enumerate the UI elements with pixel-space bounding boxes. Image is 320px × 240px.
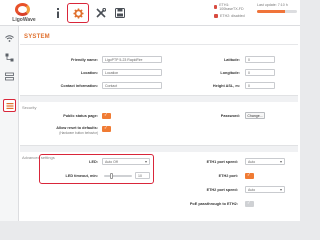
friendly-name-input[interactable]: LigoPTP 5-23 RapidFire xyxy=(102,56,162,63)
contact-label: Contact information: xyxy=(60,84,98,88)
password-label: Password: xyxy=(220,114,240,118)
eth1-status: ETH1: 100baseTX-FD xyxy=(214,2,248,11)
system-icon xyxy=(6,102,13,109)
eth2-status-text: ETH2: disabled xyxy=(220,13,245,18)
location-label: Location: xyxy=(80,71,98,75)
update-status: Last update: 7:10 h xyxy=(257,3,297,13)
eth2-port-toggle[interactable] xyxy=(245,172,254,179)
public-status-label: Public status page: xyxy=(63,114,98,118)
brand-logo[interactable]: LigoWave xyxy=(4,2,44,24)
eth2-status: ETH2: disabled xyxy=(214,11,248,20)
friendly-name-label: Friendly name: xyxy=(70,58,98,62)
poe-passthrough-label: PoE passthrough to ETH2: xyxy=(189,202,238,206)
tab-tools[interactable] xyxy=(92,2,110,24)
brand-name: LigoWave xyxy=(12,17,36,23)
poe-passthrough-toggle[interactable] xyxy=(245,200,254,207)
longitude-label: Longitude: xyxy=(220,71,240,75)
security-section-header: Security xyxy=(20,95,298,110)
public-status-toggle[interactable] xyxy=(102,112,111,119)
eth1-status-text: ETH1: 100baseTX-FD xyxy=(219,2,244,11)
tab-storage[interactable] xyxy=(111,2,129,24)
allow-reset-sublabel: (Hardware button behavior) xyxy=(59,131,98,135)
location-input[interactable]: Location xyxy=(102,69,162,76)
latitude-input[interactable]: 0 xyxy=(245,56,275,63)
advanced-section-header: Advanced settings xyxy=(20,145,298,160)
eth2-port-label: ETH2 port: xyxy=(218,174,238,178)
highlight-settings-tab xyxy=(67,3,89,23)
services-icon xyxy=(5,72,14,81)
update-progress-bar xyxy=(257,10,297,13)
sidebar-item-services[interactable] xyxy=(3,70,16,83)
eth2-speed-select[interactable]: Auto xyxy=(245,186,285,193)
change-password-button[interactable]: Change... xyxy=(245,112,265,119)
app-window: LigoWave ETH1: 100baseTX-FD ETH2: disabl… xyxy=(0,0,300,221)
sidebar-item-network[interactable] xyxy=(3,51,16,64)
sidebar-item-wireless[interactable] xyxy=(3,32,16,45)
page-title: SYSTEM xyxy=(24,34,50,40)
logo-mark-icon xyxy=(15,3,30,16)
save-icon xyxy=(115,8,125,18)
longitude-input[interactable]: 0 xyxy=(245,69,275,76)
eth2-speed-label: ETH2 port speed: xyxy=(206,188,238,192)
highlight-led-settings xyxy=(39,154,154,184)
height-input[interactable]: 0 xyxy=(245,82,275,89)
height-label: Height ASL, m: xyxy=(212,84,240,88)
wifi-icon xyxy=(5,35,14,42)
tools-icon xyxy=(96,8,106,18)
allow-reset-toggle[interactable] xyxy=(102,125,111,132)
latitude-label: Latitude: xyxy=(223,58,240,62)
allow-reset-label: Allow reset to defaults: xyxy=(56,126,98,130)
tab-info[interactable] xyxy=(49,2,67,24)
security-section-title: Security xyxy=(22,105,37,110)
eth1-status-icon xyxy=(214,4,218,9)
eth2-status-icon xyxy=(214,13,218,18)
title-divider xyxy=(20,44,298,45)
top-header: LigoWave ETH1: 100baseTX-FD ETH2: disabl… xyxy=(0,0,300,26)
contact-input[interactable]: Contact xyxy=(102,82,162,89)
update-progress-fill xyxy=(257,10,285,13)
eth1-speed-label: ETH1 port speed: xyxy=(206,160,238,164)
update-text: Last update: 7:10 h xyxy=(257,3,288,7)
info-icon xyxy=(57,8,59,18)
main-panel: SYSTEM Friendly name: LigoPTP 5-23 Rapid… xyxy=(20,26,298,221)
sidebar-item-system[interactable] xyxy=(3,99,16,112)
eth1-speed-select[interactable]: Auto xyxy=(245,158,285,165)
sidebar xyxy=(0,26,19,221)
link-status: ETH1: 100baseTX-FD ETH2: disabled xyxy=(214,2,248,20)
network-icon xyxy=(5,53,14,62)
